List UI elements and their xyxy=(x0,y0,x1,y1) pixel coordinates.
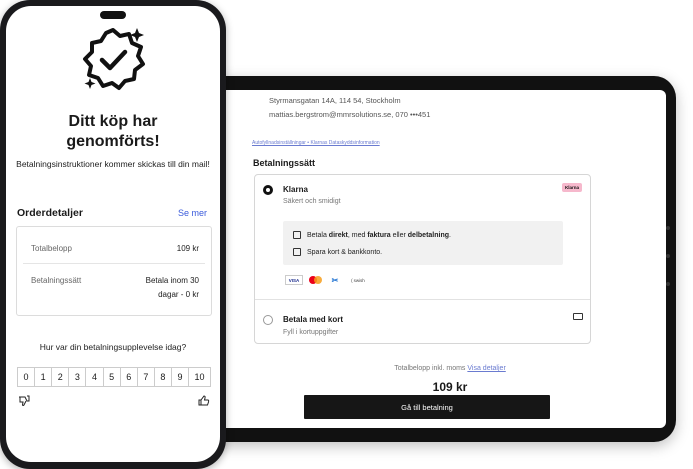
privacy-links[interactable]: Autofyllnadsinställningar • Klarnas Data… xyxy=(252,140,380,146)
see-more-link[interactable]: Se mer xyxy=(178,208,207,218)
order-details-card: Totalbelopp 109 kr Betalningssätt Betala… xyxy=(16,226,212,316)
rating-5[interactable]: 5 xyxy=(104,368,121,386)
rating-2[interactable]: 2 xyxy=(52,368,70,386)
credit-card-icon xyxy=(573,313,583,320)
info-text-pay: Betala direkt, med faktura eller delbeta… xyxy=(307,231,451,239)
rating-8[interactable]: 8 xyxy=(155,368,172,386)
card-option-subtitle: Fyll i kortuppgifter xyxy=(283,329,339,336)
contact-line: mattias.bergstrom@mmrsolutions.se, 070 •… xyxy=(269,110,431,119)
order-details-heading: Orderdetaljer xyxy=(17,207,83,219)
klarna-info-panel: Betala direkt, med faktura eller delbeta… xyxy=(283,221,563,265)
option-divider xyxy=(255,299,590,300)
klarna-title[interactable]: Klarna xyxy=(283,185,308,194)
total-line: Totalbelopp inkl. moms Visa detaljer xyxy=(214,365,666,372)
info-text-save: Spara kort & bankkonto. xyxy=(307,248,383,256)
klarna-radio[interactable] xyxy=(263,185,273,195)
thumbs-up-icon xyxy=(198,395,210,406)
klarna-logo-badge: Klarna xyxy=(562,183,583,192)
amex-logo: ✂ xyxy=(331,275,339,285)
address-line: Styrmansgatan 14A, 114 54, Stockholm xyxy=(269,96,401,105)
rating-1[interactable]: 1 xyxy=(35,368,53,386)
klarna-info-save: Spara kort & bankkonto. xyxy=(293,248,382,256)
card-radio[interactable] xyxy=(263,315,273,325)
details-divider xyxy=(23,263,205,264)
rating-scale: 0 1 2 3 4 5 6 7 8 9 10 xyxy=(17,367,211,387)
card-icon xyxy=(293,248,301,256)
phone-notch xyxy=(100,11,126,19)
purchase-complete-title: Ditt köp har genomförts! xyxy=(66,113,160,150)
rating-10[interactable]: 10 xyxy=(189,368,210,386)
payment-options: Klarna Säkert och smidigt Klarna Betala … xyxy=(254,174,591,344)
checkout-screen: Styrmansgatan 14A, 114 54, Stockholm mat… xyxy=(214,90,666,428)
go-to-payment-button[interactable]: Gå till betalning xyxy=(304,395,550,419)
rating-0[interactable]: 0 xyxy=(18,368,36,386)
feedback-question: Hur var din betalningsupplevelse idag? xyxy=(39,342,187,352)
payment-method-label: Betalningssätt xyxy=(31,276,82,285)
verified-badge-icon xyxy=(83,28,145,90)
tablet-device: Styrmansgatan 14A, 114 54, Stockholm mat… xyxy=(196,76,676,442)
payment-method-value: Betala inom 30 dagar - 0 kr xyxy=(145,276,199,299)
total-amount: 109 kr xyxy=(432,380,468,394)
phone-device: Ditt köp har genomförts! Betalningsinstr… xyxy=(0,0,226,469)
rating-7[interactable]: 7 xyxy=(138,368,155,386)
rating-3[interactable]: 3 xyxy=(69,368,87,386)
mastercard-logo xyxy=(308,275,324,285)
total-label: Totalbelopp xyxy=(31,244,72,253)
payment-logos: VISA ✂ ( swish xyxy=(285,275,370,285)
payment-instructions-text: Betalningsinstruktioner kommer skickas t… xyxy=(16,159,210,169)
rating-4[interactable]: 4 xyxy=(86,368,104,386)
show-details-link[interactable]: Visa detaljer xyxy=(467,365,505,372)
shopping-bag-icon xyxy=(293,231,301,239)
total-incl-vat-label: Totalbelopp inkl. moms xyxy=(394,365,466,372)
card-option-title[interactable]: Betala med kort xyxy=(283,315,343,324)
thumbs-down-icon xyxy=(19,395,30,406)
rating-6[interactable]: 6 xyxy=(121,368,138,386)
klarna-info-pay: Betala direkt, med faktura eller delbeta… xyxy=(293,231,451,239)
confirmation-screen: Ditt köp har genomförts! Betalningsinstr… xyxy=(6,6,220,462)
payment-method-heading: Betalningssätt xyxy=(253,158,316,168)
tablet-side-buttons xyxy=(666,226,670,286)
klarna-subtitle: Säkert och smidigt xyxy=(283,198,341,205)
visa-logo: VISA xyxy=(285,275,303,285)
shipping-address: Styrmansgatan 14A, 114 54, Stockholm mat… xyxy=(269,94,430,122)
rating-9[interactable]: 9 xyxy=(172,368,190,386)
swish-logo: ( swish xyxy=(351,277,365,283)
total-value: 109 kr xyxy=(176,244,199,253)
